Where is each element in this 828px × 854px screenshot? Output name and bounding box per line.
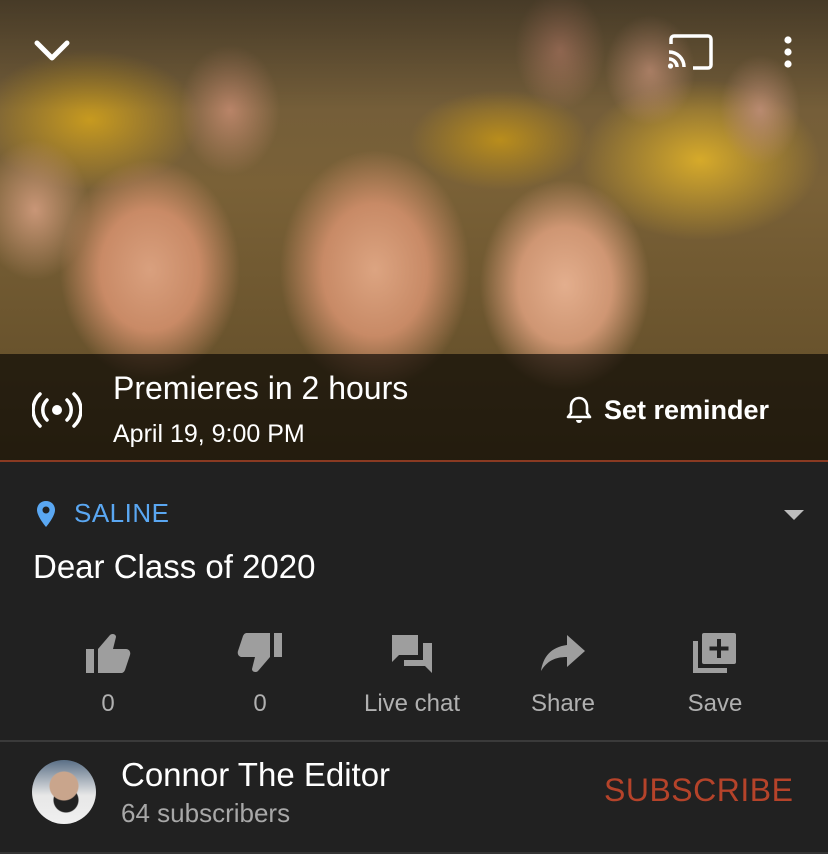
chat-icon — [392, 635, 432, 673]
channel-avatar[interactable] — [32, 760, 96, 824]
playlist-add-icon — [693, 633, 736, 673]
live-broadcast-icon — [32, 392, 82, 428]
channel-row[interactable]: Connor The Editor 64 subscribers SUBSCRI… — [0, 742, 828, 854]
channel-name[interactable]: Connor The Editor — [121, 756, 390, 794]
share-arrow-icon — [541, 635, 585, 671]
premiere-date: April 19, 9:00 PM — [113, 420, 305, 448]
chevron-down-icon — [34, 40, 70, 61]
video-title: Dear Class of 2020 — [33, 548, 316, 585]
subscriber-count: 64 subscribers — [121, 798, 291, 828]
more-options-button[interactable] — [774, 32, 802, 72]
location-link[interactable]: SALINE — [36, 498, 170, 529]
thumbs-up-icon — [86, 633, 131, 673]
live-chat-button[interactable]: Live chat — [337, 626, 487, 726]
dislike-button[interactable]: 0 — [185, 626, 335, 726]
location-label: SALINE — [74, 498, 170, 528]
share-label: Share — [530, 690, 596, 717]
bell-icon — [566, 396, 592, 423]
like-count: 0 — [101, 690, 115, 717]
location-pin-icon — [37, 500, 55, 527]
save-button[interactable]: Save — [640, 626, 790, 726]
subscribe-button[interactable]: SUBSCRIBE — [604, 772, 793, 809]
action-bar: 0 0 Live chat Share Save — [0, 626, 828, 726]
cast-button[interactable] — [664, 32, 716, 72]
save-label: Save — [687, 690, 743, 717]
premiere-title: Premieres in 2 hours — [113, 370, 409, 406]
like-button[interactable]: 0 — [33, 626, 183, 726]
thumbs-down-icon — [237, 633, 282, 673]
set-reminder-button[interactable]: Set reminder — [566, 392, 769, 428]
expand-description-button[interactable] — [780, 502, 808, 528]
share-button[interactable]: Share — [488, 626, 638, 726]
dislike-count: 0 — [253, 690, 267, 717]
caret-down-icon — [784, 510, 804, 520]
set-reminder-label: Set reminder — [604, 394, 770, 425]
more-vert-icon — [784, 36, 792, 68]
cast-icon — [667, 34, 713, 70]
progress-bar[interactable] — [0, 460, 828, 462]
video-player[interactable]: Premieres in 2 hours April 19, 9:00 PM S… — [0, 0, 828, 462]
collapse-button[interactable] — [32, 34, 72, 68]
live-chat-label: Live chat — [363, 690, 461, 717]
